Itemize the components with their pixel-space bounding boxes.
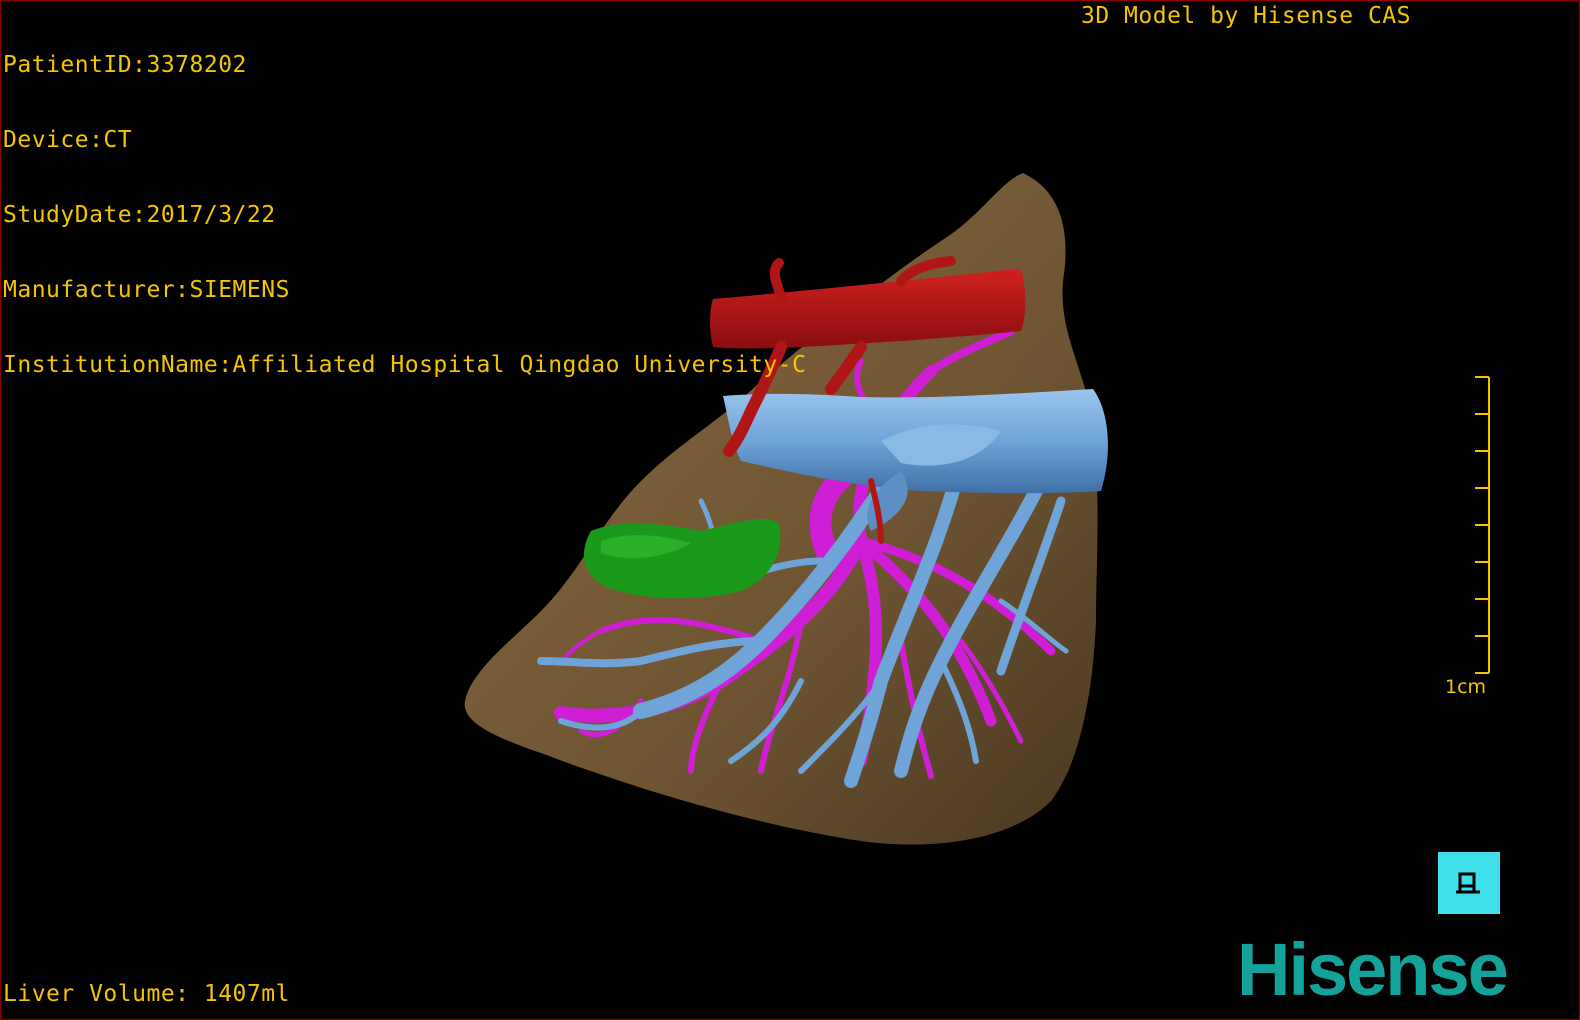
liver-volume: Liver Volume: 1407ml [3,981,290,1007]
orientation-button[interactable] [1438,852,1500,914]
scale-ruler [1475,376,1490,674]
institution-name: InstitutionName:Affiliated Hospital Qing… [3,352,807,378]
patient-info-panel: PatientID:3378202 Device:CT StudyDate:20… [3,3,806,428]
study-date: StudyDate:2017/3/22 [3,202,276,228]
model-brand-title: 3D Model by Hisense CAS [1081,3,1411,29]
3d-viewport[interactable]: PatientID:3378202 Device:CT StudyDate:20… [0,0,1580,1020]
patient-id: PatientID:3378202 [3,52,247,78]
device: Device:CT [3,127,133,153]
hisense-logo: Hisense [1237,928,1509,1011]
scale-label: 1cm [1445,676,1487,698]
person-orientation-icon [1456,872,1480,894]
manufacturer: Manufacturer:SIEMENS [3,277,290,303]
